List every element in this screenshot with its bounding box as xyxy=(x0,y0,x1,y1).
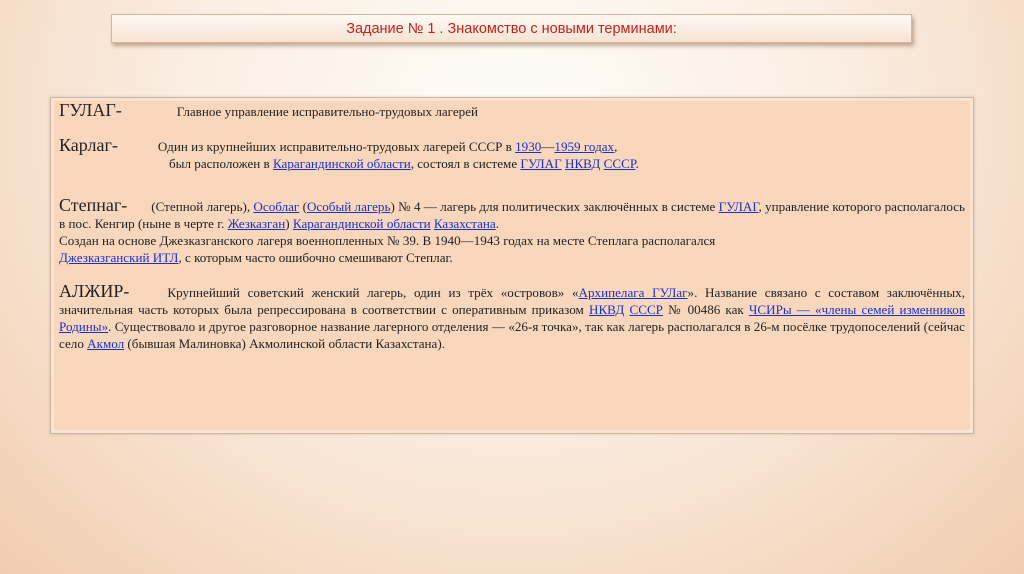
steplag-entry: Степнаг- (Степной лагерь), Особлаг (Особы… xyxy=(59,195,965,232)
karlag-text: , состоял в системе xyxy=(410,156,521,171)
gulag-term: ГУЛАГ- xyxy=(59,100,122,120)
karlag-term: Карлаг- xyxy=(59,135,118,155)
steplag-text: ( xyxy=(299,199,307,214)
alzhir-text: (бывшая Малиновка) Акмолинской области К… xyxy=(124,336,445,351)
link-osobyi-lager[interactable]: Особый лагерь xyxy=(307,199,390,214)
gulag-entry: ГУЛАГ- Главное управление исправительно-т… xyxy=(59,100,965,120)
link-karaganda[interactable]: Карагандинской области xyxy=(273,156,411,171)
steplag-text: . xyxy=(495,216,500,231)
alzhir-entry: АЛЖИР- Крупнейший советский женский лагер… xyxy=(59,281,965,352)
link-gulag[interactable]: ГУЛАГ xyxy=(719,199,759,214)
link-1930[interactable]: 1930 xyxy=(515,139,541,154)
steplag-line3: Создан на основе Джезказганского лагеря … xyxy=(59,232,965,249)
alzhir-term: АЛЖИР- xyxy=(59,281,130,301)
steplag-line4: Джезказганский ИТЛ, с которым часто ошиб… xyxy=(59,249,965,266)
link-nkvd[interactable]: НКВД xyxy=(589,302,624,317)
link-ussr[interactable]: СССР xyxy=(604,156,636,171)
link-kazakhstan[interactable]: Казахстана xyxy=(434,216,496,231)
steplag-term: Степнаг- xyxy=(59,195,128,215)
steplag-text: , с которым часто ошибочно смешивают Сте… xyxy=(178,250,453,265)
karlag-text: был расположен в xyxy=(169,156,273,171)
link-ussr[interactable]: СССР xyxy=(629,302,662,317)
link-akmol[interactable]: Акмол xyxy=(87,336,124,351)
link-gulag[interactable]: ГУЛАГ xyxy=(520,156,561,171)
alzhir-text: Крупнейший советский женский лагерь, оди… xyxy=(167,285,579,300)
steplag-text: ) № 4 — лагерь для политических заключён… xyxy=(390,199,719,214)
steplag-text: ) xyxy=(285,216,293,231)
link-archipelago[interactable]: Архипелага ГУЛаг xyxy=(579,285,688,300)
link-osoblag[interactable]: Особлаг xyxy=(253,199,299,214)
gulag-definition: Главное управление исправительно-трудовы… xyxy=(176,104,479,119)
steplag-text: (Степной лагерь), xyxy=(151,199,254,214)
link-nkvd[interactable]: НКВД xyxy=(565,156,600,171)
karlag-text: , xyxy=(614,139,618,154)
slide-title-bar: Задание № 1 . Знакомство с новыми термин… xyxy=(111,14,912,43)
link-1959[interactable]: 1959 годах xyxy=(554,139,614,154)
karlag-entry: Карлаг- Один из крупнейших исправительно-… xyxy=(59,135,965,155)
steplag-text: Создан на основе Джезказганского лагеря … xyxy=(59,233,716,248)
karlag-entry-line2: был расположен в Карагандинской области,… xyxy=(59,155,965,172)
alzhir-text: № 00486 как xyxy=(662,302,749,317)
karlag-text: . xyxy=(635,156,639,171)
dash-text: — xyxy=(541,139,555,154)
link-itl[interactable]: Джезказганский ИТЛ xyxy=(59,250,178,265)
link-karaganda[interactable]: Карагандинской области xyxy=(293,216,431,231)
content-panel: ГУЛАГ- Главное управление исправительно-т… xyxy=(50,97,974,434)
link-zhezkazgan[interactable]: Жезказган xyxy=(228,216,286,231)
karlag-text: Один из крупнейших исправительно-трудовы… xyxy=(157,139,516,154)
slide-title: Задание № 1 . Знакомство с новыми термин… xyxy=(346,20,677,37)
